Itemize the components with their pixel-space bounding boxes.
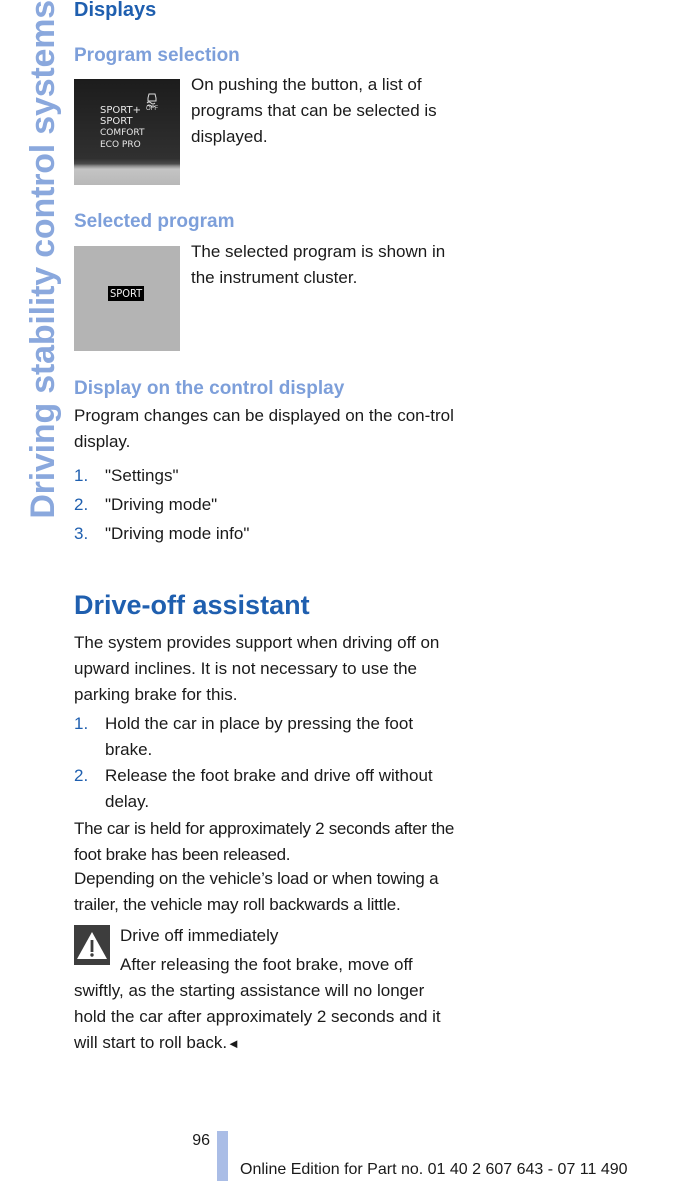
selected-program-text: The selected program is shown in the ins… [191,242,446,287]
section-heading-displays: Displays [74,0,157,21]
program-item: COMFORT [100,128,145,138]
list-number: 2. [74,766,89,785]
control-display-text: Program changes can be displayed on the … [74,406,454,451]
list-number: 1. [74,466,89,485]
list-item: 1. "Settings" [74,463,454,489]
dsc-off-icon: OFF [146,93,158,112]
warning-text: After releasing the foot brake, move off… [74,952,459,1057]
edition-note: Online Edition for Part no. 01 40 2 607 … [240,1161,628,1178]
chapter-title-vertical: Driving stability control systems [24,0,62,519]
list-item: 2. "Driving mode" [74,492,454,518]
drive-off-para2: Depending on the vehicle’s load or when … [74,869,439,914]
warning-title: Drive off immediately [120,926,279,945]
list-text: "Settings" [105,466,179,485]
subheading-control-display: Display on the control display [74,378,345,399]
list-item: 1. Hold the car in place by pressing the… [74,711,454,759]
subheading-selected-program: Selected program [74,211,235,232]
warning-body: After releasing the foot brake, move off… [74,955,441,1052]
program-selection-text: On pushing the button, a list of program… [191,75,437,146]
list-text: "Driving mode info" [105,524,250,543]
list-number: 3. [74,524,89,543]
drive-off-para1: The car is held for approximately 2 seco… [74,819,455,864]
page-number: 96 [192,1132,210,1149]
subheading-program-selection: Program selection [74,45,240,66]
drive-off-intro: The system provides support when driving… [74,633,440,704]
list-text: Hold the car in place by pressing the fo… [105,714,414,759]
section-heading-drive-off: Drive-off assistant [74,590,310,620]
list-number: 1. [74,714,89,733]
program-item: ECO PRO [100,140,141,150]
program-item: SPORT [100,116,133,127]
footer-bar [217,1131,228,1181]
list-item: 2. Release the foot brake and drive off … [74,763,454,811]
list-text: Release the foot brake and drive off wit… [105,766,433,811]
sport-badge: SPORT [108,286,145,301]
program-list-image: SPORT+ SPORT COMFORT ECO PRO OFF [74,79,180,185]
program-item: SPORT+ [100,105,141,116]
list-item: 3. "Driving mode info" [74,521,454,547]
end-mark: ◄ [227,1036,240,1051]
list-number: 2. [74,495,89,514]
list-text: "Driving mode" [105,495,218,514]
instrument-cluster-image: SPORT [74,246,180,351]
off-label: OFF [146,106,158,112]
